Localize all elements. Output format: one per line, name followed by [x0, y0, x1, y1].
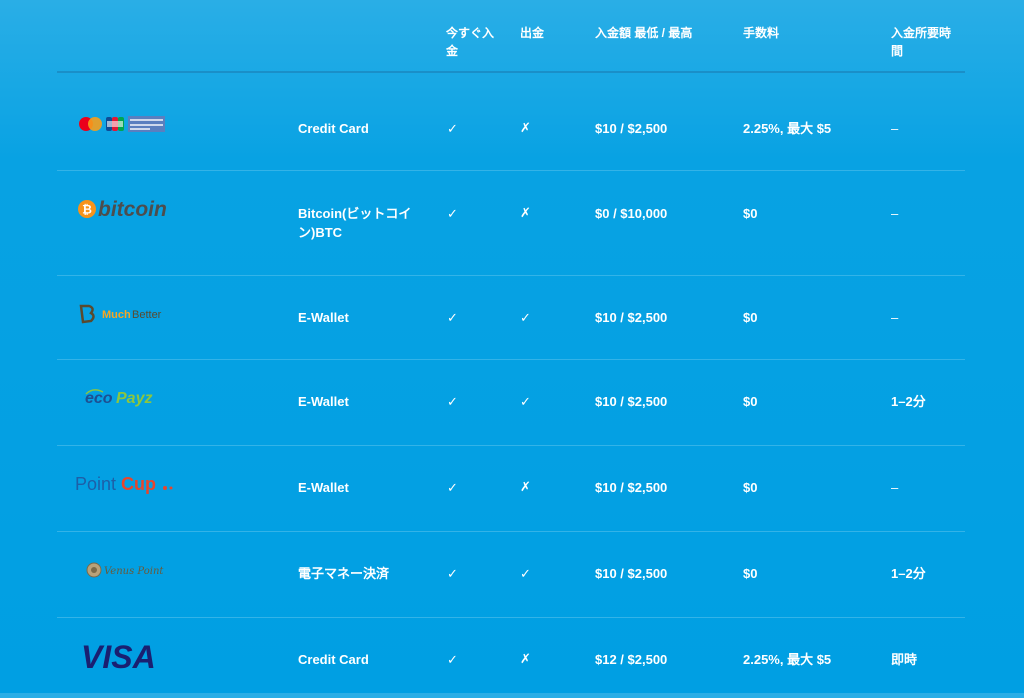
- table-row: Venus Point 電子マネー決済 ✓ ✓ $10 / $2,500 $0 …: [57, 532, 965, 618]
- deposit-check-icon: ✓: [447, 480, 458, 495]
- ecopayz-logo-text-2: Payz: [116, 390, 152, 407]
- table-row: VISA Credit Card ✓ ✗ $12 / $2,500 2.25%,…: [57, 618, 965, 698]
- time-value: –: [891, 480, 899, 495]
- withdraw-cross-icon: ✗: [520, 121, 531, 136]
- method-name: Credit Card: [298, 121, 369, 136]
- withdraw-check-icon: ✓: [520, 394, 531, 409]
- muchbetter-logo: Much Better: [79, 304, 171, 329]
- method-name: E-Wallet: [298, 310, 349, 325]
- header-withdraw: 出金: [520, 26, 545, 40]
- limits-value: $10 / $2,500: [595, 394, 668, 409]
- table-header: 今すぐ入金 出金 入金額 最低 / 最高 手数料 入金所要時間: [57, 0, 965, 73]
- time-value: –: [891, 206, 899, 221]
- fee-value: $0: [743, 480, 758, 495]
- header-fee: 手数料: [743, 26, 780, 40]
- withdraw-cross-icon: ✗: [520, 652, 531, 667]
- venuspoint-logo-text: Venus Point: [104, 566, 164, 577]
- method-name: 電子マネー決済: [298, 566, 390, 581]
- withdraw-cross-icon: ✗: [520, 206, 531, 221]
- header-deposit: 今すぐ入金: [446, 26, 495, 58]
- limits-value: $0 / $10,000: [595, 206, 668, 221]
- withdraw-check-icon: ✓: [520, 310, 531, 325]
- time-value: –: [891, 121, 899, 136]
- deposit-check-icon: ✓: [447, 566, 458, 581]
- visa-logo: VISA: [81, 639, 171, 677]
- deposit-check-icon: ✓: [447, 310, 458, 325]
- ecopayz-logo-text-1: eco: [85, 390, 113, 407]
- time-value: 1–2分: [891, 566, 926, 581]
- card-brands-logo: [77, 115, 167, 140]
- fee-value: $0: [743, 310, 758, 325]
- payment-methods-table: 今すぐ入金 出金 入金額 最低 / 最高 手数料 入金所要時間 Credit C…: [57, 0, 965, 698]
- fee-value: $0: [743, 394, 758, 409]
- fee-value: 2.25%, 最大 $5: [743, 121, 832, 136]
- deposit-check-icon: ✓: [447, 652, 458, 667]
- bitcoin-logo: ₿ bitcoin: [77, 197, 177, 228]
- deposit-check-icon: ✓: [447, 206, 458, 221]
- limits-value: $12 / $2,500: [595, 652, 668, 667]
- table-row: eco Payz E-Wallet ✓ ✓ $10 / $2,500 $0 1–…: [57, 360, 965, 446]
- table-row: Point Cup E-Wallet ✓ ✗ $10 / $2,500 $0 –: [57, 446, 965, 532]
- method-name: E-Wallet: [298, 480, 349, 495]
- muchbetter-logo-text-1: Much: [102, 309, 131, 321]
- time-value: 1–2分: [891, 394, 926, 409]
- withdraw-check-icon: ✓: [520, 566, 531, 581]
- fee-value: 2.25%, 最大 $5: [743, 652, 832, 667]
- time-value: 即時: [891, 652, 918, 667]
- visa-logo-text: VISA: [81, 640, 156, 672]
- method-name: Credit Card: [298, 652, 369, 667]
- header-time: 入金所要時間: [891, 26, 952, 58]
- limits-value: $10 / $2,500: [595, 310, 668, 325]
- fee-value: $0: [743, 206, 758, 221]
- pointcup-logo-text-1: Point: [75, 474, 116, 494]
- table-row: Much Better E-Wallet ✓ ✓ $10 / $2,500 $0…: [57, 276, 965, 360]
- venuspoint-logo: Venus Point: [86, 562, 166, 585]
- method-name: E-Wallet: [298, 394, 349, 409]
- fee-value: $0: [743, 566, 758, 581]
- deposit-check-icon: ✓: [447, 394, 458, 409]
- withdraw-cross-icon: ✗: [520, 480, 531, 495]
- muchbetter-logo-text-2: Better: [132, 309, 162, 321]
- method-name: Bitcoin(ビットコイン)BTC: [298, 206, 412, 240]
- pointcup-logo: Point Cup: [75, 473, 179, 502]
- ecopayz-logo: eco Payz: [85, 388, 167, 413]
- deposit-check-icon: ✓: [447, 121, 458, 136]
- header-limits: 入金額 最低 / 最高: [595, 26, 693, 40]
- pointcup-logo-text-2: Cup: [121, 474, 156, 494]
- table-row: ₿ bitcoin Bitcoin(ビットコイン)BTC ✓ ✗ $0 / $1…: [57, 171, 965, 276]
- svg-text:₿: ₿: [82, 203, 92, 217]
- time-value: –: [891, 310, 899, 325]
- limits-value: $10 / $2,500: [595, 121, 668, 136]
- limits-value: $10 / $2,500: [595, 566, 668, 581]
- table-row: Credit Card ✓ ✗ $10 / $2,500 2.25%, 最大 $…: [57, 73, 965, 171]
- limits-value: $10 / $2,500: [595, 480, 668, 495]
- bitcoin-logo-text: bitcoin: [98, 198, 167, 221]
